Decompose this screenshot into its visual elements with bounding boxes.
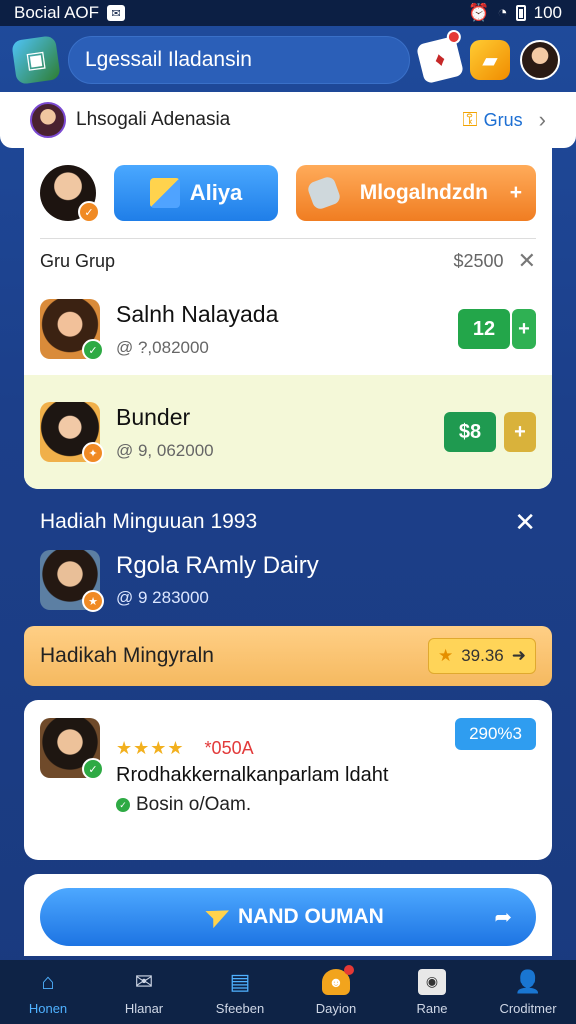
nav-label: Croditmer [499,1000,557,1016]
weekly-user-row[interactable]: ★ Rgola RAmly Dairy @ 9 283000 [24,544,552,616]
profile-icon: 👤 [514,968,542,994]
alarm-icon: ⏰ [468,3,490,22]
review-status: ✓ Bosin o/Oam. [116,794,251,816]
message-icon: ✉ [107,5,126,21]
member-name: Salnh Nalayada [116,300,279,327]
game-notification-icon[interactable]: ♦ [415,28,465,85]
send-button[interactable]: NAND OUMAN ➦ [40,888,536,946]
app-header: ▣ Lgessail Iladansin ♦ ▰ [0,26,576,94]
weekly-reward-price: 39.36 [461,646,504,665]
group-title: Lhsogali Adenasia [76,109,231,130]
chevron-right-icon[interactable]: › [539,107,546,133]
chat-bubble-icon [306,175,342,211]
camera-icon: ◉ [418,968,446,995]
plus-icon: + [509,181,522,204]
member-avatar: ✦ [40,402,104,464]
nav-item-mail[interactable]: ✉ Hlanar [96,969,192,1016]
wifi-icon: ◔ [497,3,508,22]
arrow-right-icon: ➜ [511,646,527,665]
invite-button-label: Mlogalndzdn [359,181,489,204]
group-link[interactable]: ⚿ Grus [462,109,522,132]
share-arrow-icon: ➦ [494,905,512,929]
star-icon: ★ [437,646,454,665]
aliya-button[interactable]: Aliya [114,165,278,221]
weekly-reward-price-button[interactable]: ★ 39.36 ➜ [428,638,536,674]
nav-label: Honen [28,1000,68,1016]
weekly-reward-bar-title: Hadikah Mingyraln [40,644,214,667]
review-card: ✓ ★★★★ *050A 290%3 Rrodhakkernalkanparla… [24,700,552,860]
user-avatar[interactable] [520,40,560,80]
group-avatar [30,102,66,138]
weekly-reward-bar[interactable]: Hadikah Mingyraln ★ 39.36 ➜ [24,626,552,686]
nav-item-chat[interactable]: ▤ Sfeeben [192,969,288,1016]
nav-label: Rane [416,1000,448,1016]
weekly-user-avatar: ★ [40,550,104,612]
check-badge-icon: ✓ [82,758,104,780]
game-icon: ☻ [322,964,354,995]
close-icon[interactable]: ✕ [518,248,536,274]
search-input[interactable]: Lgessail Iladansin [68,36,410,84]
fire-badge-icon: ✦ [82,442,104,464]
weekly-reward-title: Hadiah Minguuan 1993 [40,510,258,533]
review-text: Rrodhakkernalkanparlam ldaht [116,764,389,786]
group-card: ✓ Aliya Mlogalndzdn + Gru Grup $2500 ✕ ✓… [24,148,552,489]
status-bar-title: Bocial AOF [14,3,100,22]
member-price-pill[interactable]: $8 [444,412,496,452]
mail-icon: ✉ [134,968,154,994]
member-sub: @ 9, 062000 [116,440,214,460]
battery-level: 100 [533,3,562,22]
nav-label: Dayion [315,1000,357,1016]
close-icon[interactable]: ✕ [514,507,536,538]
member-sub: @ ?,082000 [116,337,209,357]
review-price: *050A [204,737,254,758]
reviewer-avatar: ✓ [40,718,104,780]
review-status-text: Bosin o/Oam. [136,794,252,815]
member-count-pill[interactable]: 12 [458,309,510,349]
chat-icon: ▤ [229,968,251,994]
nav-item-profile[interactable]: 👤 Croditmer [480,969,576,1016]
notification-dot [445,28,463,46]
member-name: Bunder [116,403,191,430]
battery-icon [515,5,526,21]
status-bar: Bocial AOF ✉ ⏰ ◔ 100 [0,0,576,26]
member-row[interactable]: ✦ Bunder @ 9, 062000 $8 + [24,375,552,489]
invite-button[interactable]: Mlogalndzdn + [296,165,536,221]
review-tag-button[interactable]: 290%3 [455,718,536,750]
cta-container: NAND OUMAN ➦ [24,874,552,956]
app-logo-icon[interactable]: ▣ [11,35,61,85]
key-icon: ⚿ [462,108,478,131]
home-icon: ⌂ [41,968,55,994]
weekly-user-name: Rgola RAmly Dairy [116,552,319,579]
weekly-user-sub: @ 9 283000 [116,588,209,607]
nav-label: Sfeeben [215,1000,265,1016]
badge-icon: ✓ [78,201,100,223]
group-amount: $2500 [453,250,504,271]
rating-stars: ★★★★ [116,737,185,758]
bottom-nav: ⌂ Honen ✉ Hlanar ▤ Sfeeben ☻ Dayion ◉ Ra… [0,960,576,1024]
check-circle-icon: ✓ [116,798,130,812]
nav-label: Hlanar [124,1000,164,1016]
nav-item-home[interactable]: ⌂ Honen [0,969,96,1016]
group-label: Gru Grup [40,250,116,271]
aliya-button-label: Aliya [189,180,243,205]
check-badge-icon: ✓ [82,339,104,361]
send-button-label: NAND OUMAN [238,905,384,928]
group-header-row: Gru Grup $2500 ✕ [24,239,552,283]
search-value: Lgessail Iladansin [85,48,252,71]
nav-item-game[interactable]: ☻ Dayion [288,964,384,1016]
cube-icon [149,178,180,208]
action-row: ✓ Aliya Mlogalndzdn + [24,148,552,238]
star-badge-icon: ★ [82,590,104,612]
group-link-label: Grus [483,109,523,130]
gift-icon[interactable]: ▰ [470,40,510,80]
paper-plane-icon [201,903,229,931]
member-avatar: ✓ [40,299,104,361]
add-button[interactable]: + [504,412,536,452]
group-bar[interactable]: Lhsogali Adenasia ⚿ Grus › [0,92,576,148]
weekly-reward-header: Hadiah Minguuan 1993 ✕ [24,500,552,544]
add-button[interactable]: + [512,309,536,349]
nav-item-camera[interactable]: ◉ Rane [384,968,480,1016]
current-user-avatar[interactable]: ✓ [40,165,100,223]
member-row[interactable]: ✓ Salnh Nalayada @ ?,082000 12 + [24,283,552,375]
